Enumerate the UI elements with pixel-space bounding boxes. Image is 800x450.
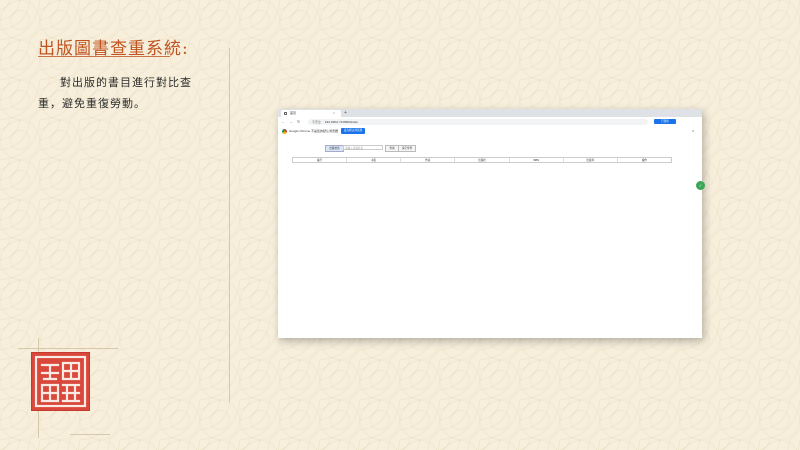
floating-assistant-icon[interactable]: ✓ <box>696 181 705 190</box>
column-header: ISBN <box>510 158 564 162</box>
publisher-search-input[interactable]: 请输入出版社名 <box>343 145 383 150</box>
column-header: 操作 <box>641 159 647 162</box>
column-header: 书名 <box>347 158 402 162</box>
vertical-divider <box>229 48 230 402</box>
red-seal-stamp <box>32 353 89 410</box>
slide-description: 對出版的書目進行對比查重，避免重復勞動。 <box>38 76 192 110</box>
browser-tab[interactable]: 首页 × <box>281 110 341 117</box>
column-header: 出版年 <box>564 158 618 162</box>
seal-frame-line <box>18 348 118 349</box>
security-indicator: 不安全 <box>312 119 322 124</box>
clear-conditions-button[interactable]: 清空条件 <box>398 145 416 152</box>
new-tab-icon[interactable]: + <box>344 109 347 117</box>
browser-window: 首页 × + ← → ↻ 不安全 192.168.0.73:8000/index… <box>278 109 702 338</box>
page-icon <box>284 112 287 115</box>
forward-icon[interactable]: → <box>289 117 293 126</box>
url-input[interactable]: 不安全 192.168.0.73:8000/index <box>308 118 648 125</box>
results-table-header: 编号 书名 作者 出版社 ISBN 出版年 操作 <box>292 157 672 163</box>
column-header: 编号 <box>293 158 348 162</box>
column-header: 出版社 <box>455 158 510 162</box>
infobar-close-icon[interactable]: × <box>692 126 694 136</box>
reload-icon[interactable]: ↻ <box>297 117 300 126</box>
chrome-icon <box>282 128 287 134</box>
page-content: 出版社名 请输入出版社名 查询 清空条件 编号 书名 作者 出版社 ISBN 出… <box>278 136 702 338</box>
seal-glyph-icon <box>34 355 87 408</box>
set-default-button[interactable]: 设为默认浏览器 <box>341 128 365 134</box>
url-text: 192.168.0.73:8000/index <box>324 119 358 124</box>
back-icon[interactable]: ← <box>281 117 285 126</box>
title-underline <box>38 56 170 57</box>
profile-button[interactable]: 已暂停 <box>654 119 676 124</box>
tab-strip: 首页 × + <box>278 109 702 117</box>
query-button[interactable]: 查询 <box>385 145 399 152</box>
search-field-label: 出版社名 <box>325 145 344 152</box>
tab-title: 首页 <box>290 111 297 115</box>
seal-frame-line <box>70 434 110 435</box>
infobar-message: Google Chrome 不是您的默认浏览器 <box>289 129 339 133</box>
tab-close-icon[interactable]: × <box>333 110 335 117</box>
column-header: 作者 <box>401 158 456 162</box>
